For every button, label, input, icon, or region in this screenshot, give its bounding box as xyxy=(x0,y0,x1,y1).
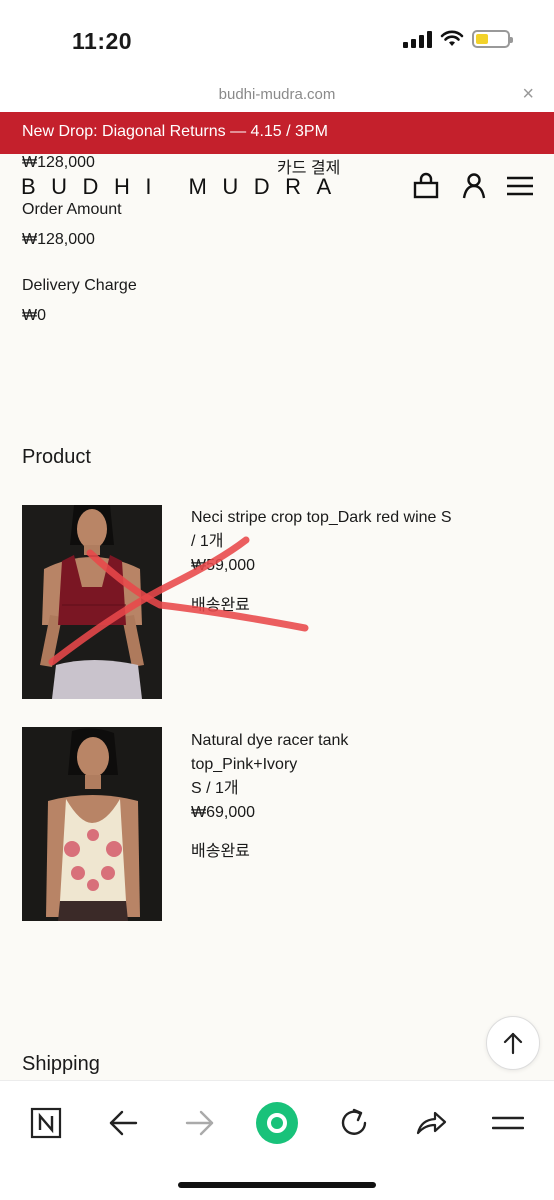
product-section-title: Product xyxy=(22,446,91,468)
product-option: S / 1개 xyxy=(191,780,239,797)
status-time: 11:20 xyxy=(72,28,133,54)
shipping-section-title: Shipping xyxy=(22,1053,100,1075)
reload-button[interactable] xyxy=(332,1101,376,1145)
forward-button[interactable] xyxy=(178,1101,222,1145)
share-button[interactable] xyxy=(409,1101,453,1145)
delivery-charge-value: ₩0 xyxy=(22,307,46,324)
order-amount-label: Order Amount xyxy=(22,201,122,218)
product-info[interactable]: Neci stripe crop top_Dark red wine S / 1… xyxy=(191,506,481,578)
product-name-line2[interactable]: top_Pink+Ivory xyxy=(191,753,481,777)
close-icon[interactable]: × xyxy=(522,83,534,106)
back-arrow-icon xyxy=(109,1110,138,1136)
menu-icon xyxy=(492,1116,524,1130)
product-price: ₩69,000 xyxy=(191,804,256,821)
overlay-amount-text: ₩128,000 xyxy=(22,154,95,171)
user-icon[interactable] xyxy=(459,172,489,200)
delivery-charge-label: Delivery Charge xyxy=(22,277,137,294)
home-indicator[interactable] xyxy=(178,1182,376,1188)
naver-button[interactable] xyxy=(24,1101,68,1145)
menu-icon[interactable] xyxy=(505,172,535,200)
arrow-up-icon xyxy=(503,1032,523,1055)
reload-icon xyxy=(341,1108,367,1135)
share-icon xyxy=(416,1111,447,1135)
product-image[interactable] xyxy=(22,727,162,921)
naver-icon xyxy=(30,1107,62,1139)
forward-arrow-icon xyxy=(185,1110,214,1136)
back-button[interactable] xyxy=(101,1101,145,1145)
green-dot-button[interactable] xyxy=(255,1101,299,1145)
browser-menu-button[interactable] xyxy=(486,1101,530,1145)
product-price: ₩59,000 xyxy=(191,557,256,574)
status-bar: 11:20 xyxy=(0,0,554,78)
bag-icon[interactable] xyxy=(411,172,441,200)
green-dot-icon xyxy=(256,1102,298,1144)
product-image[interactable] xyxy=(22,505,162,699)
site-logo[interactable]: BUDHI MUDRA xyxy=(21,174,347,200)
status-icons xyxy=(403,30,513,48)
product-status: 배송완료 xyxy=(191,597,250,614)
battery-icon xyxy=(472,30,513,48)
product-name-line1[interactable]: Neci stripe crop top_Dark red wine S xyxy=(191,506,481,530)
product-name-line1[interactable]: Natural dye racer tank xyxy=(191,729,481,753)
browser-url-bar[interactable]: budhi-mudra.com × xyxy=(0,78,554,112)
url-text[interactable]: budhi-mudra.com xyxy=(0,86,554,103)
promo-banner[interactable]: New Drop: Diagonal Returns — 4.15 / 3PM xyxy=(0,112,554,154)
product-status: 배송완료 xyxy=(191,843,250,860)
product-name-line2[interactable]: / 1개 xyxy=(191,530,481,554)
wifi-icon xyxy=(440,30,464,46)
scroll-to-top-button[interactable] xyxy=(486,1016,540,1070)
order-amount-value: ₩128,000 xyxy=(22,231,95,248)
product-info[interactable]: Natural dye racer tank top_Pink+Ivory S … xyxy=(191,729,481,825)
cellular-signal-icon xyxy=(403,30,432,48)
